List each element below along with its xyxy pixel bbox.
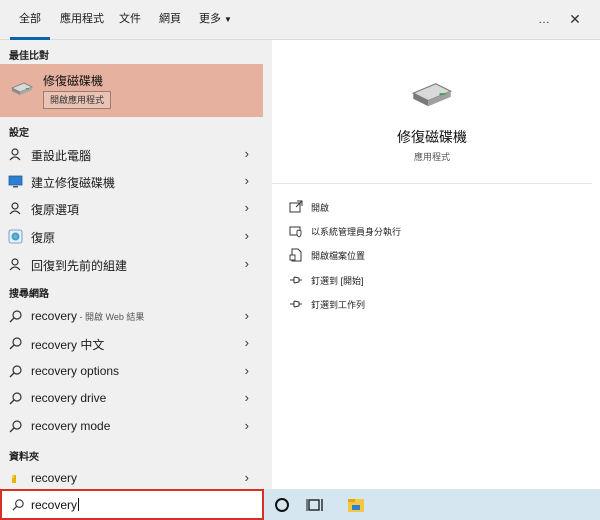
search-icon <box>9 392 22 405</box>
settings-item-label: 回復到先前的組建 <box>31 259 128 273</box>
tab-web[interactable]: 網頁 <box>159 0 181 40</box>
folder-item-label: recovery <box>31 471 78 485</box>
settings-item-reset-pc[interactable]: 重設此電腦 › <box>0 141 263 168</box>
recovery-drive-icon <box>11 82 33 95</box>
shield-icon <box>289 226 302 238</box>
settings-item-create-drive[interactable]: 建立修復磁碟機 › <box>0 168 263 195</box>
chevron-right-icon[interactable]: › <box>245 200 249 215</box>
pin-icon <box>290 276 302 284</box>
section-settings: 設定 <box>9 128 29 139</box>
detail-subtitle: 應用程式 <box>413 152 450 162</box>
action-open[interactable]: 開啟 <box>289 198 569 218</box>
search-input[interactable]: recovery <box>31 498 80 512</box>
task-view-icon[interactable] <box>306 495 326 515</box>
chevron-right-icon[interactable]: › <box>245 228 249 243</box>
open-app-button[interactable]: 開啟應用程式 <box>43 91 112 109</box>
chevron-right-icon[interactable]: › <box>245 418 249 433</box>
tab-label: 網頁 <box>159 13 181 25</box>
web-item-label: recovery options <box>31 364 120 378</box>
tab-all[interactable]: 全部 <box>10 0 50 40</box>
action-label: 釘選到 [開始] <box>311 276 364 286</box>
monitor-icon <box>8 175 23 188</box>
chevron-right-icon[interactable]: › <box>245 363 249 378</box>
web-item-label: recovery drive <box>31 391 107 405</box>
search-icon <box>9 337 22 350</box>
web-item-text: recovery <box>31 309 78 323</box>
section-web: 搜尋網路 <box>9 289 49 300</box>
close-icon[interactable]: ✕ <box>564 8 586 30</box>
web-item[interactable]: recovery drive › <box>0 385 263 412</box>
web-item[interactable]: recovery mode › <box>0 413 263 440</box>
chevron-right-icon[interactable]: › <box>245 146 249 161</box>
search-icon <box>9 310 22 323</box>
tab-label: 全部 <box>19 13 41 25</box>
recovery-drive-icon <box>411 83 453 107</box>
settings-item-recovery[interactable]: 復原 › <box>0 223 263 250</box>
action-label: 開啟檔案位置 <box>311 251 366 261</box>
action-label: 釘選到工作列 <box>311 300 366 310</box>
best-match-title: 修復磁碟機 <box>43 74 104 88</box>
web-item[interactable]: recovery options › <box>0 358 263 385</box>
file-location-icon <box>289 248 302 262</box>
search-box[interactable]: recovery <box>0 489 264 520</box>
chevron-right-icon[interactable]: › <box>245 390 249 405</box>
open-icon <box>289 200 303 213</box>
divider <box>272 183 592 184</box>
control-panel-icon <box>8 229 23 244</box>
person-icon <box>9 202 21 215</box>
folder-icon <box>12 475 16 483</box>
action-pin-taskbar[interactable]: 釘選到工作列 <box>289 295 569 315</box>
chevron-right-icon[interactable]: › <box>245 308 249 323</box>
section-best-match: 最佳比對 <box>9 51 49 62</box>
pin-icon <box>290 300 302 308</box>
tab-label: 文件 <box>119 13 141 25</box>
best-match-item[interactable]: 修復磁碟機 開啟應用程式 <box>0 64 263 117</box>
more-options-icon[interactable]: … <box>533 8 555 30</box>
tab-label: 應用程式 <box>60 13 104 25</box>
tab-label: 更多 <box>199 13 221 25</box>
chevron-right-icon[interactable]: › <box>245 173 249 188</box>
action-pin-start[interactable]: 釘選到 [開始] <box>289 271 569 291</box>
web-item-sub: - 開啟 Web 結果 <box>77 312 145 322</box>
web-item[interactable]: recovery 中文 › <box>0 330 263 357</box>
search-value: recovery <box>31 498 78 512</box>
text-cursor <box>78 498 80 511</box>
chevron-right-icon[interactable]: › <box>245 256 249 271</box>
action-open-file-location[interactable]: 開啟檔案位置 <box>289 246 569 266</box>
tab-documents[interactable]: 文件 <box>119 0 141 40</box>
settings-item-previous-build[interactable]: 回復到先前的組建 › <box>0 251 263 278</box>
action-label: 開啟 <box>311 203 330 213</box>
web-item-label: recovery 中文 <box>31 338 105 352</box>
action-run-as-admin[interactable]: 以系統管理員身分執行 <box>289 222 569 242</box>
folder-item[interactable]: recovery › <box>0 465 263 492</box>
section-folders: 資料夾 <box>9 452 39 463</box>
search-icon <box>9 420 22 433</box>
web-item-label: recovery mode <box>31 419 111 433</box>
settings-item-recovery-options[interactable]: 復原選項 › <box>0 195 263 222</box>
detail-title: 修復磁碟機 <box>397 129 467 145</box>
file-explorer-icon[interactable] <box>346 495 366 515</box>
action-label: 以系統管理員身分執行 <box>311 227 402 237</box>
settings-item-label: 建立修復磁碟機 <box>31 176 116 190</box>
chevron-down-icon: ▼ <box>224 15 232 24</box>
web-item-label: recovery - 開啟 Web 結果 <box>31 309 144 323</box>
person-icon <box>9 258 21 271</box>
chevron-right-icon[interactable]: › <box>245 335 249 350</box>
top-tab-bar: 全部 應用程式 文件 網頁 更多 ▼ … ✕ <box>0 0 600 40</box>
search-icon <box>12 499 24 511</box>
search-icon <box>9 365 22 378</box>
cortana-icon[interactable] <box>272 495 292 515</box>
settings-item-label: 復原選項 <box>31 203 80 217</box>
settings-item-label: 復原 <box>31 231 56 245</box>
settings-item-label: 重設此電腦 <box>31 149 92 163</box>
chevron-right-icon[interactable]: › <box>245 470 249 485</box>
results-panel: 最佳比對 修復磁碟機 開啟應用程式 設定 重設此電腦 › 建立修復磁碟機 › 復… <box>0 40 263 488</box>
detail-panel: 修復磁碟機 應用程式 開啟 以系統管理員身分執行 開啟檔案位置 釘選到 [開始]… <box>272 40 600 489</box>
taskbar <box>264 489 600 520</box>
tab-more[interactable]: 更多 ▼ <box>199 0 232 40</box>
tab-apps[interactable]: 應用程式 <box>60 0 104 40</box>
person-reset-icon <box>9 148 21 161</box>
web-item[interactable]: recovery - 開啟 Web 結果 › <box>0 303 263 330</box>
